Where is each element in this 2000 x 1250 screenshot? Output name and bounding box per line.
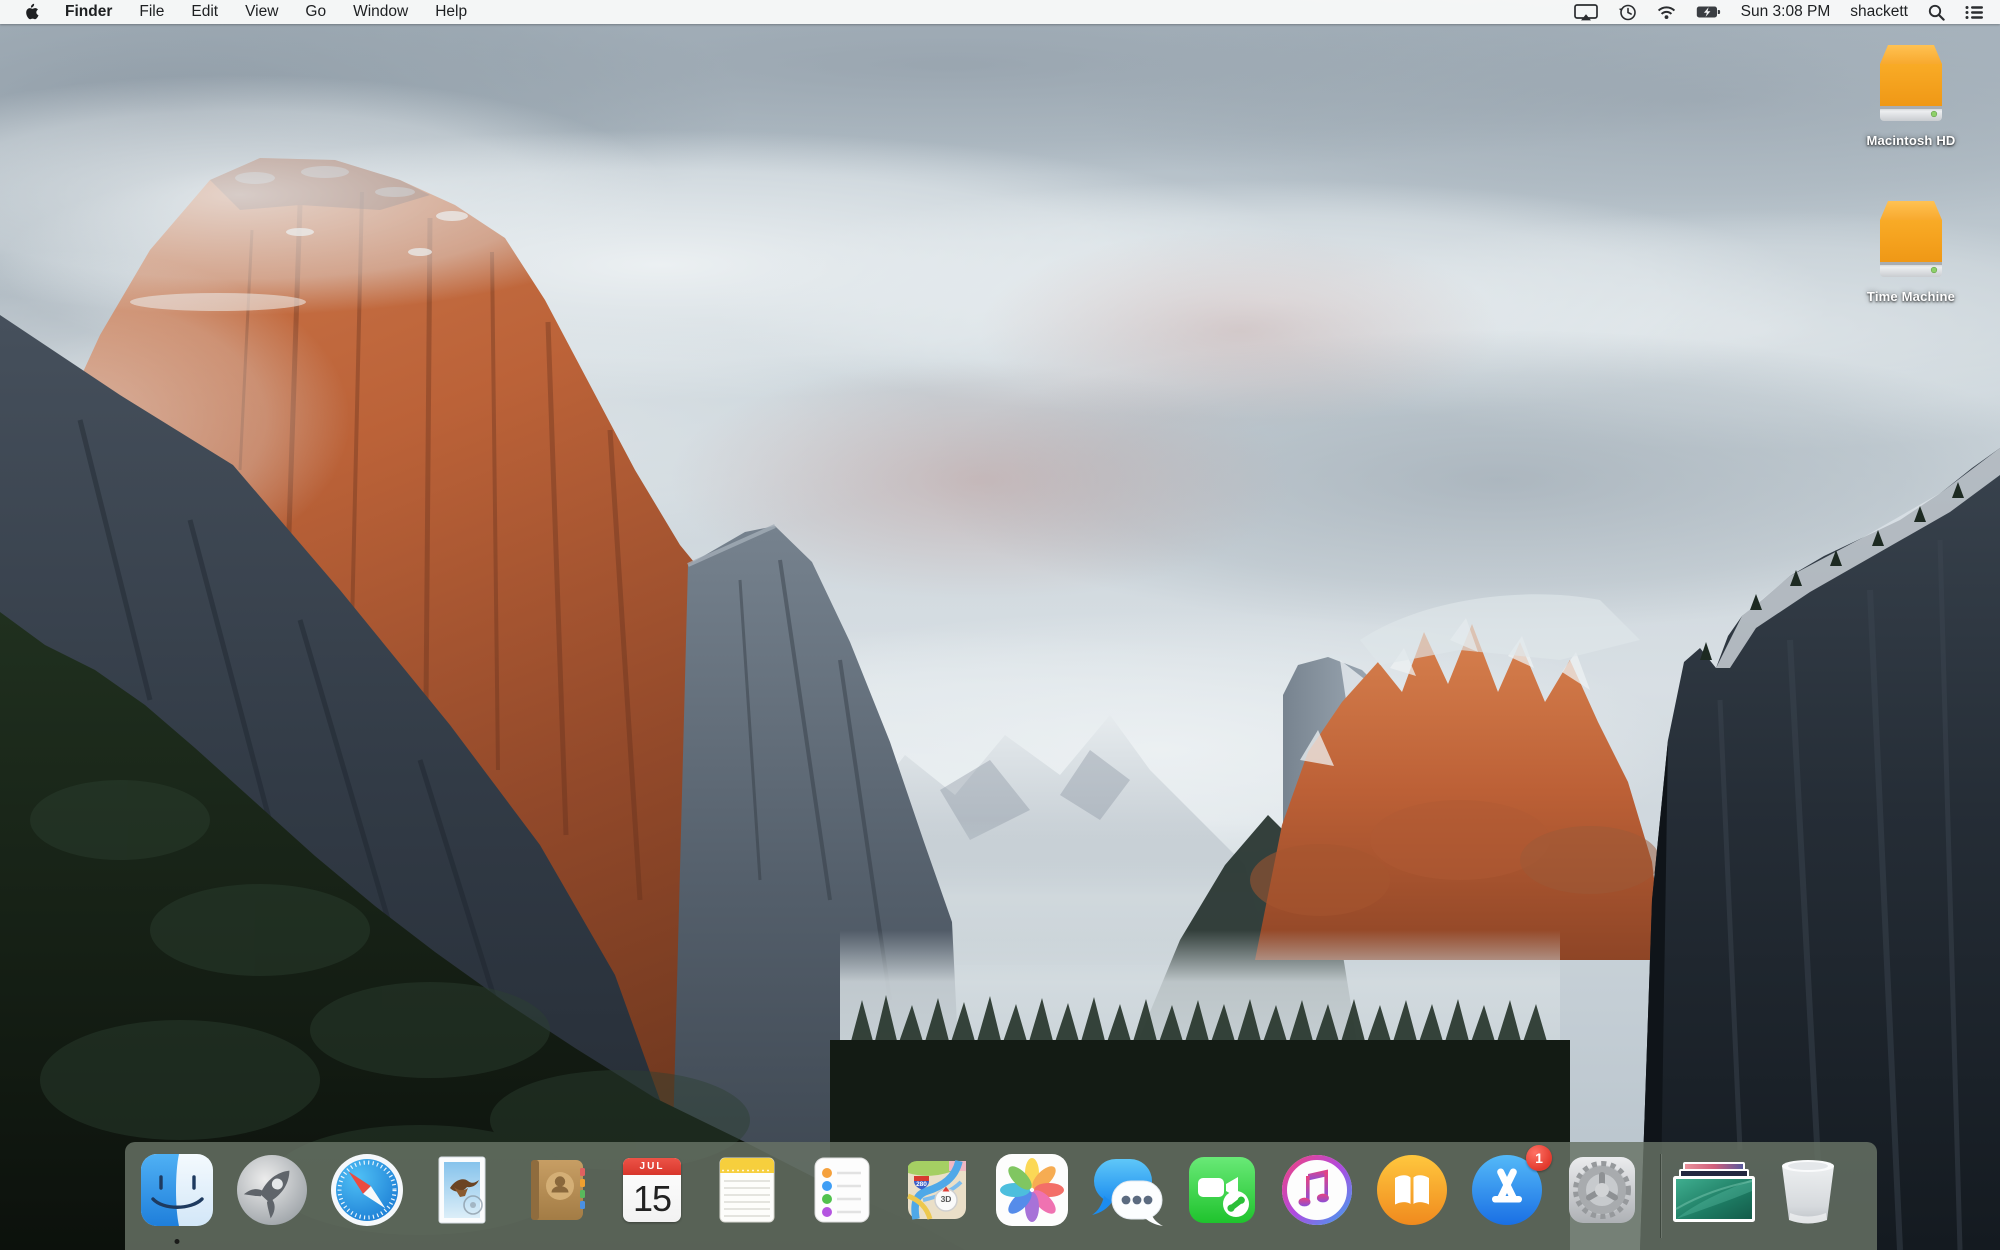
menu-window[interactable]: Window (353, 3, 408, 21)
menu-bar-left: Finder File Edit View Go Window Help (0, 0, 494, 24)
menu-edit[interactable]: Edit (191, 3, 218, 21)
dock-item-finder[interactable] (139, 1152, 215, 1228)
calendar-day: 15 (632, 1177, 672, 1219)
maps-shield-label: 280 (916, 1181, 927, 1188)
maps-3d-label: 3D (940, 1194, 952, 1204)
menu-go[interactable]: Go (305, 3, 326, 21)
desktop-volume-macintosh-hd[interactable]: Macintosh HD (1851, 42, 1971, 148)
wallpaper-el-capitan (0, 0, 2000, 1250)
trash-icon (1782, 1160, 1834, 1224)
reminders-icon (814, 1157, 870, 1223)
notes-icon (719, 1157, 775, 1223)
hard-drive-icon (1880, 45, 1942, 121)
system-preferences-icon (1569, 1157, 1635, 1223)
dock-item-ibooks[interactable] (1374, 1152, 1450, 1228)
macos-desktop: { "menu_bar": { "app_name": "Finder", "m… (0, 0, 2000, 1250)
dock-item-photos[interactable] (994, 1152, 1070, 1228)
safari-icon (331, 1154, 403, 1226)
dock-item-trash[interactable] (1775, 1154, 1841, 1230)
photos-icon (996, 1154, 1068, 1226)
notification-center-icon[interactable] (1965, 0, 1984, 24)
dock-item-calendar[interactable]: JUL 15 (614, 1152, 690, 1228)
battery-charging-menu-icon[interactable] (1696, 0, 1721, 24)
dock-item-desktop-pictures-stack[interactable] (1672, 1154, 1756, 1230)
menu-view[interactable]: View (245, 3, 278, 21)
volume-label: Macintosh HD (1866, 133, 1956, 148)
wifi-menu-icon[interactable] (1657, 0, 1676, 24)
menu-help[interactable]: Help (435, 3, 467, 21)
apple-menu[interactable] (24, 0, 39, 24)
dock-item-reminders[interactable] (804, 1152, 880, 1228)
dock-item-facetime[interactable] (1184, 1152, 1260, 1228)
dock-item-maps[interactable]: 280 3D (899, 1152, 975, 1228)
desktop-pictures-stack-icon (1673, 1162, 1755, 1222)
facetime-icon (1189, 1157, 1255, 1223)
dock-item-mail[interactable] (424, 1152, 500, 1228)
dock-item-itunes[interactable] (1279, 1152, 1355, 1228)
menu-bar-status: Sun 3:08 PM shackett (1573, 0, 2000, 24)
ibooks-icon (1377, 1155, 1447, 1225)
dock-item-safari[interactable] (329, 1152, 405, 1228)
finder-icon (141, 1154, 213, 1226)
calendar-month: JUL (623, 1158, 681, 1175)
itunes-icon (1282, 1155, 1352, 1225)
volume-label: Time Machine (1866, 289, 1956, 304)
active-app-menu[interactable]: Finder (65, 3, 112, 21)
app-store-badge: 1 (1526, 1145, 1552, 1171)
mail-icon (438, 1156, 486, 1224)
dock-item-contacts[interactable] (519, 1152, 595, 1228)
user-menu[interactable]: shackett (1850, 3, 1908, 21)
dock: JUL 15 280 3D 1 (125, 1142, 1877, 1250)
dock-divider (1660, 1154, 1661, 1238)
dock-item-app-store[interactable]: 1 (1469, 1145, 1552, 1228)
dock-item-system-preferences[interactable] (1564, 1152, 1640, 1228)
desktop-volume-time-machine[interactable]: Time Machine (1851, 198, 1971, 304)
spotlight-search-icon[interactable] (1928, 0, 1945, 24)
menu-bar: Finder File Edit View Go Window Help Sun… (0, 0, 2000, 24)
messages-icon (1092, 1159, 1163, 1226)
dock-item-launchpad[interactable] (234, 1152, 310, 1228)
contacts-icon (531, 1160, 585, 1220)
maps-icon (907, 1159, 966, 1220)
menu-file[interactable]: File (139, 3, 164, 21)
dock-item-notes[interactable] (709, 1152, 785, 1228)
calendar-icon: JUL 15 (623, 1158, 681, 1222)
apple-logo-icon (26, 3, 39, 20)
time-machine-menu-icon[interactable] (1618, 0, 1637, 24)
dock-item-messages[interactable] (1089, 1152, 1165, 1228)
menu-clock[interactable]: Sun 3:08 PM (1741, 3, 1831, 21)
hard-drive-icon (1880, 201, 1942, 277)
launchpad-icon (237, 1155, 307, 1225)
airplay-display-menu-icon[interactable] (1573, 0, 1598, 24)
